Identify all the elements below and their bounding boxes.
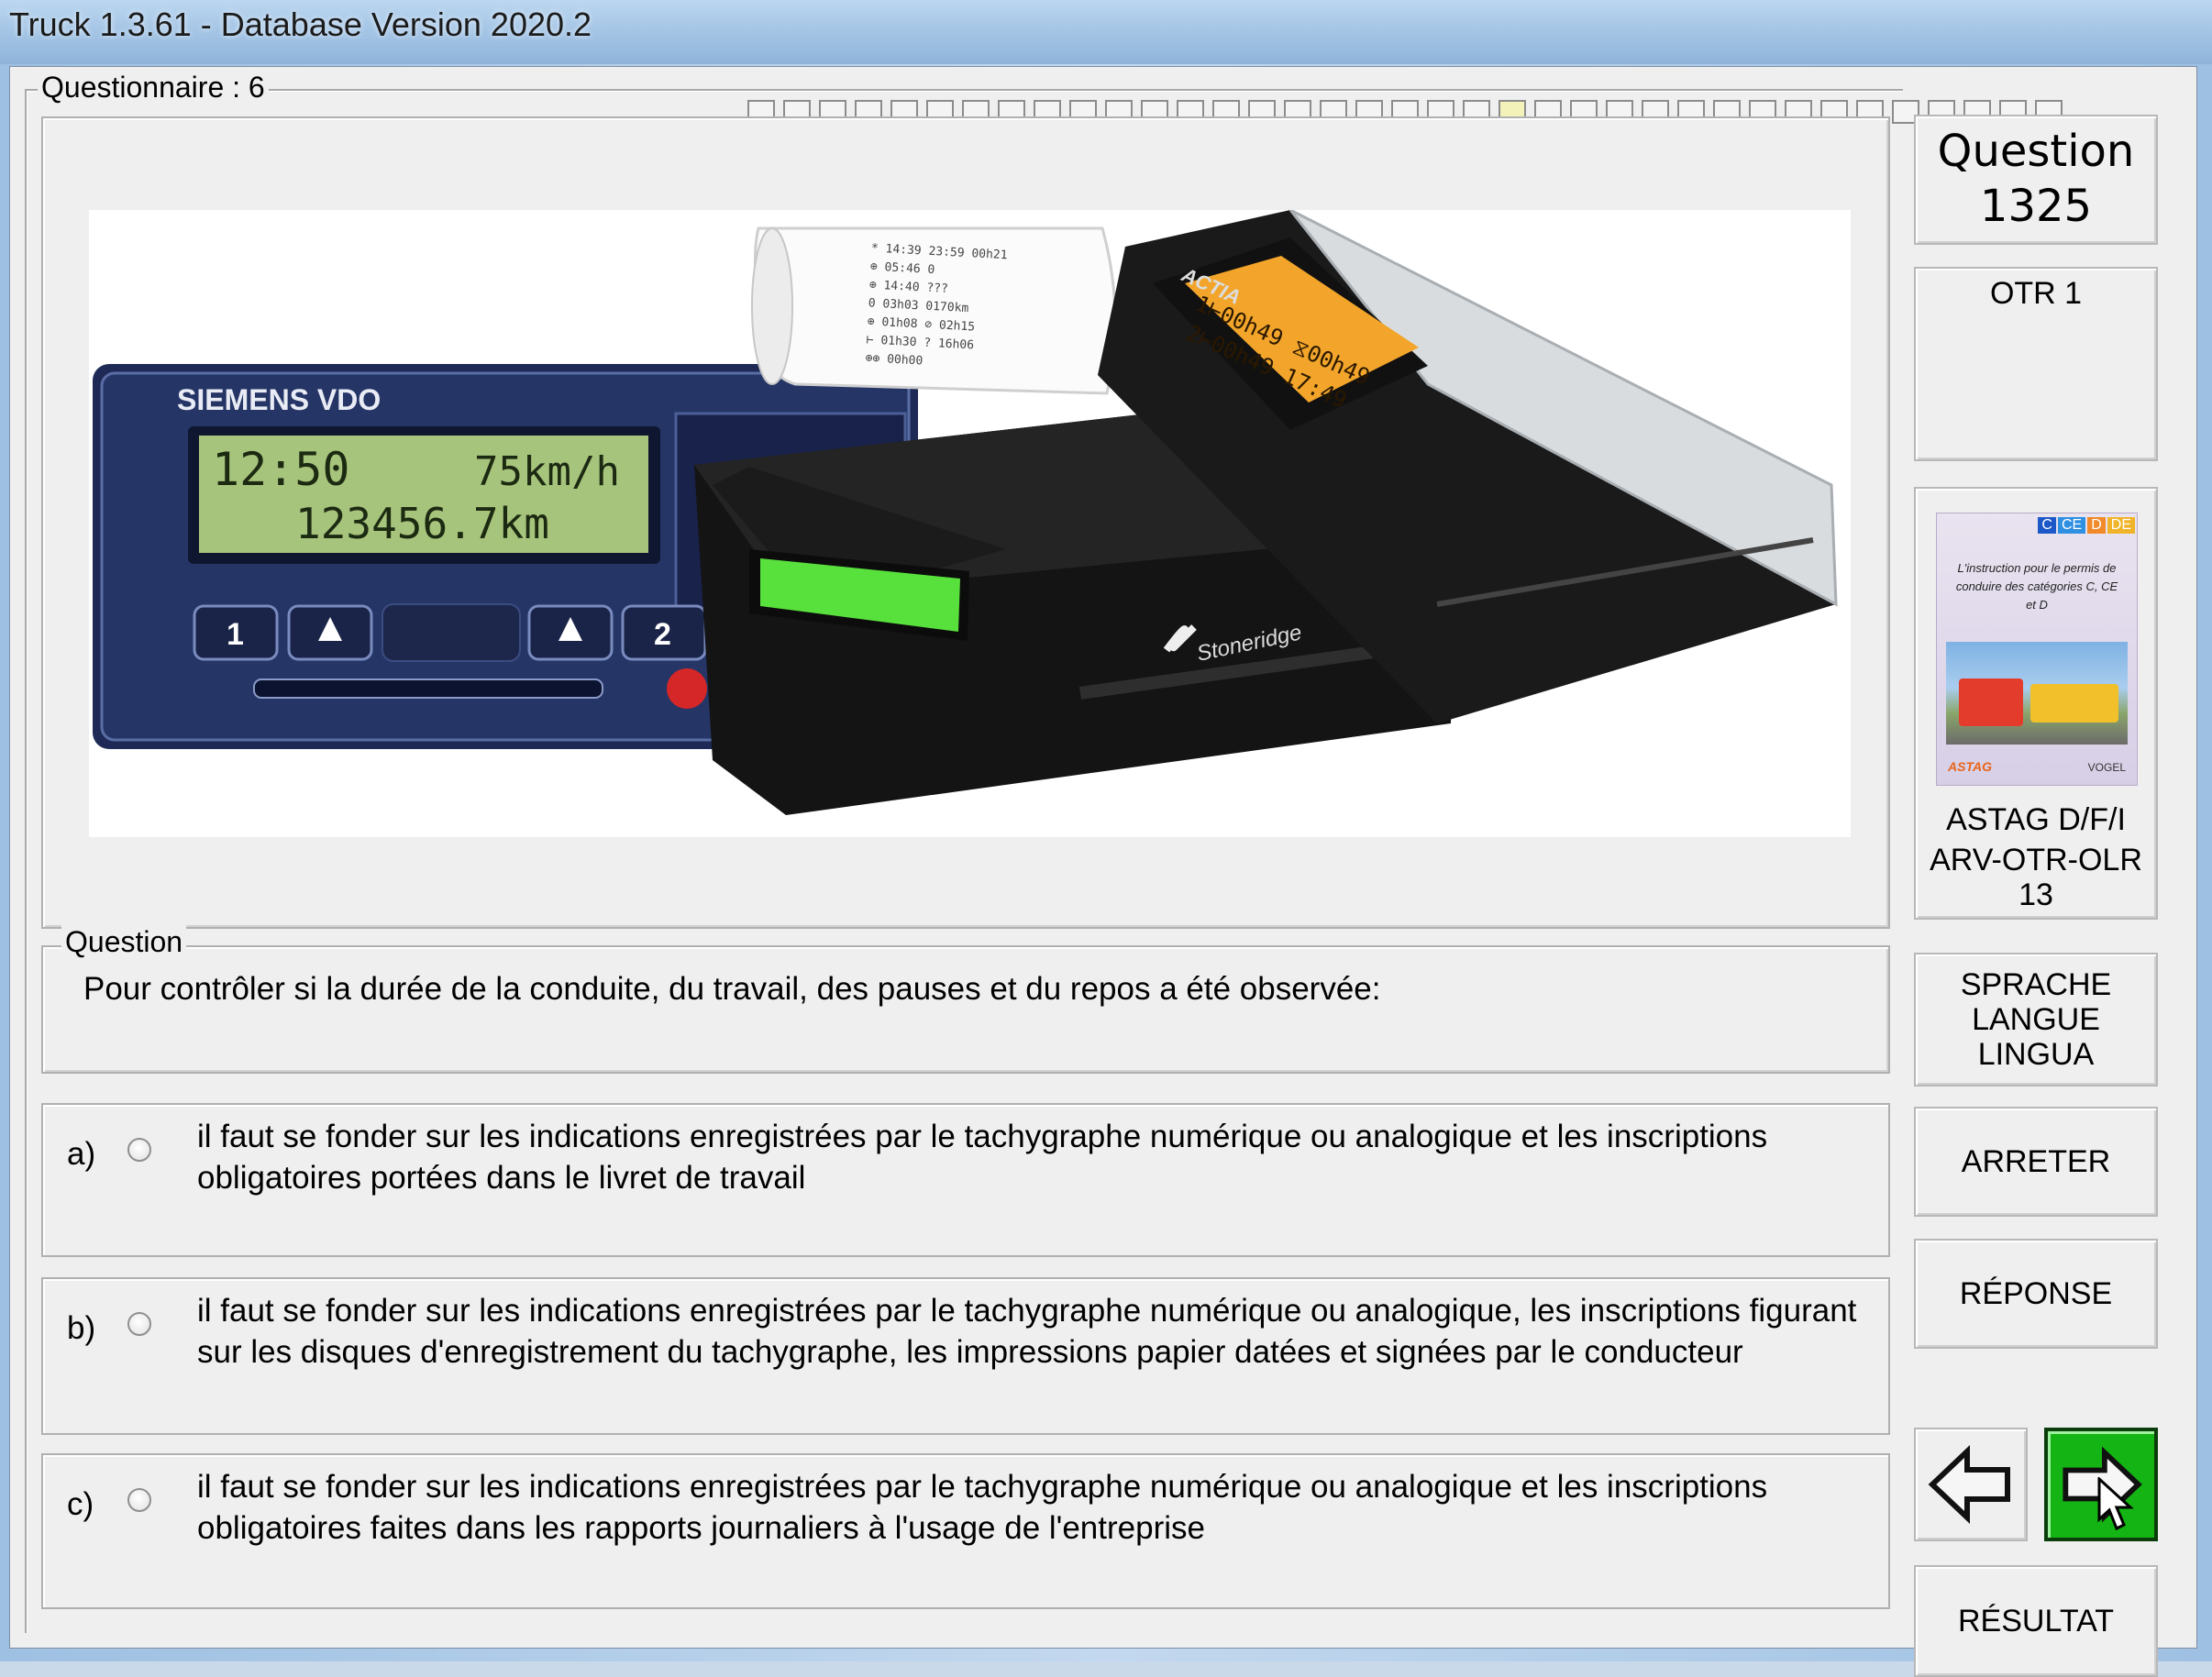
- book-line2: ARV-OTR-OLR: [1930, 843, 2142, 877]
- tachograph-image: SIEMENS VDO 12:50 75km/h 123456.7km 1 2 …: [89, 210, 1851, 837]
- question-text: Pour contrôler si la durée de la conduit…: [83, 971, 1381, 1007]
- book-line1: ASTAG D/F/I: [1946, 802, 2126, 837]
- book-line3: 13: [2018, 877, 2053, 912]
- answer-a-letter: a): [67, 1136, 96, 1172]
- result-button-label: RÉSULTAT: [1957, 1604, 2115, 1638]
- badge-d: D: [2087, 517, 2106, 534]
- vdo-button-2: 2: [654, 617, 671, 652]
- answer-button[interactable]: RÉPONSE: [1914, 1239, 2158, 1349]
- vdo-lcd-speed: 75km/h: [474, 448, 620, 495]
- arrow-left-icon: [1928, 1445, 2010, 1524]
- question-legend: Question: [61, 925, 187, 959]
- tachograph-illustration: SIEMENS VDO 12:50 75km/h 123456.7km 1 2 …: [89, 210, 1851, 837]
- image-panel: SIEMENS VDO 12:50 75km/h 123456.7km 1 2 …: [41, 116, 1890, 929]
- badge-c: C: [2038, 517, 2056, 534]
- mouse-pointer-icon: [2097, 1477, 2134, 1531]
- answer-c-text: il faut se fonder sur les indications en…: [197, 1469, 1768, 1546]
- answer-b-radio[interactable]: [127, 1312, 151, 1336]
- vdo-brand: SIEMENS VDO: [177, 383, 381, 416]
- question-number-label: Question: [1937, 126, 2135, 177]
- question-panel: Question Pour contrôler si la durée de l…: [41, 925, 1890, 1074]
- main-window: Questionnaire : 6 SIEMENS VDO 12:50 75km…: [9, 66, 2197, 1677]
- book-cover-photo: [1946, 642, 2128, 745]
- book-publisher-2: VOGEL: [2087, 761, 2126, 774]
- badge-ce: CE: [2057, 517, 2086, 534]
- stop-button-label: ARRETER: [1961, 1144, 2111, 1179]
- answer-c-letter: c): [67, 1486, 94, 1522]
- question-number-box: Question 1325: [1914, 115, 2158, 245]
- vdo-lcd-line2: 123456.7km: [295, 499, 549, 548]
- answer-a-radio[interactable]: [127, 1138, 151, 1162]
- answer-b-letter: b): [67, 1310, 96, 1346]
- badge-de: DE: [2107, 517, 2135, 534]
- paper-printout: * 14:39 23:59 00h21⊕ 05:46 0⊕ 14:40 ???0…: [751, 226, 1117, 395]
- next-button[interactable]: [2044, 1428, 2158, 1541]
- answer-c-radio[interactable]: [127, 1488, 151, 1512]
- book-publisher-1: ASTAG: [1948, 759, 1992, 774]
- book-cover-text: L'instruction pour le permis de conduire…: [1955, 561, 2118, 612]
- result-button[interactable]: RÉSULTAT: [1914, 1565, 2158, 1677]
- vdo-button-1: 1: [227, 617, 244, 652]
- category-label: OTR 1: [1989, 276, 2083, 311]
- title-bar: Truck 1.3.61 - Database Version 2020.2: [0, 0, 2212, 64]
- question-number-value: 1325: [1979, 181, 2093, 232]
- language-button-label: SPRACHE LANGUE LINGUA: [1960, 967, 2112, 1072]
- window-title: Truck 1.3.61 - Database Version 2020.2: [9, 6, 592, 43]
- answer-b-text: il faut se fonder sur les indications en…: [197, 1293, 1857, 1370]
- book-cover: C CE D DE L'instruction pour le permis d…: [1936, 513, 2138, 786]
- questionnaire-label: Questionnaire : 6: [38, 71, 269, 105]
- book-box: C CE D DE L'instruction pour le permis d…: [1914, 487, 2158, 920]
- previous-button[interactable]: [1914, 1428, 2028, 1541]
- book-badges: C CE D DE: [2038, 517, 2135, 534]
- category-box: OTR 1: [1914, 267, 2158, 461]
- vdo-lcd-line1: 12:50: [212, 443, 350, 496]
- stop-button[interactable]: ARRETER: [1914, 1107, 2158, 1217]
- answer-a-text: il faut se fonder sur les indications en…: [197, 1119, 1768, 1196]
- answer-button-label: RÉPONSE: [1959, 1276, 2113, 1311]
- answer-b[interactable]: b) il faut se fonder sur les indications…: [41, 1277, 1890, 1435]
- answer-a[interactable]: a) il faut se fonder sur les indications…: [41, 1103, 1890, 1257]
- language-button[interactable]: SPRACHE LANGUE LINGUA: [1914, 953, 2158, 1087]
- answer-c[interactable]: c) il faut se fonder sur les indications…: [41, 1453, 1890, 1609]
- window-frame: Questionnaire : 6 SIEMENS VDO 12:50 75km…: [0, 64, 2212, 1677]
